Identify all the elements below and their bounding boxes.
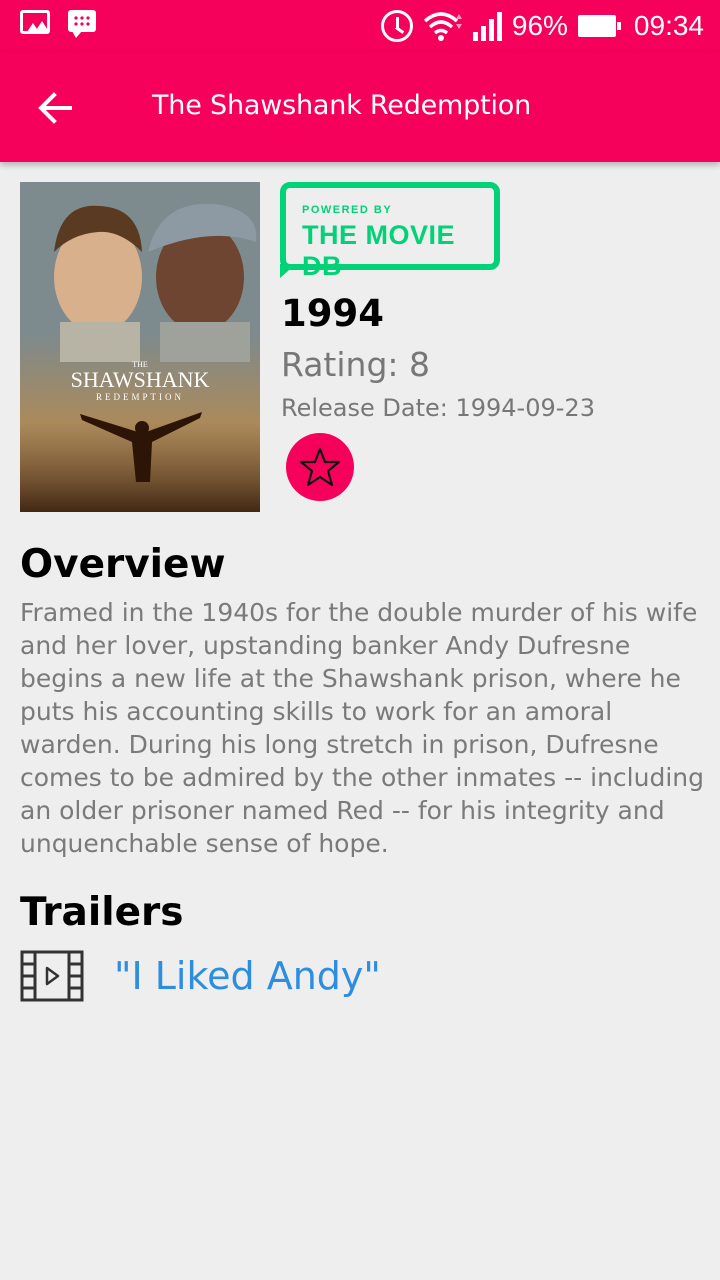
status-bar-system: 96% 09:34 [380,6,704,46]
battery-icon [577,15,621,37]
page-title: The Shawshank Redemption [152,90,532,121]
tmdb-logo-big-text: THE MOVIE DB [302,220,456,281]
status-bar: 96% 09:34 [0,0,720,52]
poster-title: SHAWSHANK [71,367,210,392]
signal-icon [472,11,502,41]
trailer-item[interactable]: "I Liked Andy" [20,948,700,1004]
wifi-icon [423,12,462,41]
movie-year: 1994 [281,292,384,335]
back-button[interactable] [30,82,82,134]
tmdb-logo: POWERED BY THE MOVIE DB [280,182,500,281]
chat-icon [68,10,96,38]
star-outline-icon [299,447,341,487]
tmdb-logo-small-text: POWERED BY [302,204,393,216]
clock: 09:34 [633,10,704,41]
poster-subtitle: REDEMPTION [96,392,184,402]
battery-percent: 96% [511,10,568,41]
movie-poster: THE SHAWSHANK REDEMPTION [20,182,260,512]
movie-release-date: Release Date: 1994-09-23 [281,394,595,422]
status-bar-notifications [20,10,96,38]
arrow-back-icon [38,92,72,124]
overview-heading: Overview [20,542,226,587]
movie-rating: Rating: 8 [281,345,430,384]
trailers-heading: Trailers [20,890,184,935]
trailer-link[interactable]: "I Liked Andy" [114,954,381,998]
gallery-icon [20,10,50,34]
app-toolbar: The Shawshank Redemption [0,52,720,162]
favorite-button[interactable] [286,433,354,501]
poster-artwork: THE SHAWSHANK REDEMPTION [20,182,260,512]
alarm-icon [380,10,413,42]
film-play-icon [20,950,84,1002]
overview-text: Framed in the 1940s for the double murde… [20,598,704,858]
